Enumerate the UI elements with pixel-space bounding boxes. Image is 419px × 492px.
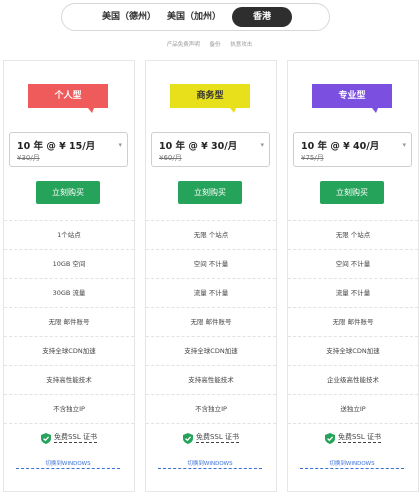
- feature-email: 无限 邮件账号: [288, 307, 418, 336]
- shield-check-icon: [324, 432, 335, 444]
- switch-windows-link[interactable]: 切换到WINDOWS: [158, 459, 262, 469]
- sub-links: 产品免费声明 备份 执意攻击: [0, 40, 419, 48]
- feature-ssl: 免费SSL 证书: [146, 423, 276, 452]
- tab-hongkong[interactable]: 香港: [232, 7, 292, 27]
- feature-dedicated-ip: 不含独立IP: [4, 394, 134, 423]
- feature-email: 无限 邮件账号: [4, 307, 134, 336]
- feature-ssl: 免费SSL 证书: [288, 423, 418, 452]
- buy-now-button[interactable]: 立刻购买: [320, 181, 384, 204]
- feature-sites: 无限 个站点: [288, 220, 418, 249]
- link-attack[interactable]: 执意攻击: [230, 42, 252, 48]
- feature-ssl: 免费SSL 证书: [4, 423, 134, 452]
- price-original: ¥75/月: [301, 154, 324, 162]
- chevron-down-icon: ▾: [260, 141, 264, 149]
- feature-dedicated-ip: 不含独立IP: [146, 394, 276, 423]
- feature-performance: 支持高性能技术: [4, 365, 134, 394]
- price-original: ¥30/月: [17, 154, 40, 162]
- feature-cdn: 支持全球CDN加速: [146, 336, 276, 365]
- plan-card-business: 商务型 10 年 @ ¥ 30/月 ¥60/月 ▾ 立刻购买 无限 个站点 空间…: [145, 60, 277, 492]
- tab-us-texas[interactable]: 美国（德州）: [100, 7, 158, 27]
- ssl-label[interactable]: 免费SSL 证书: [337, 433, 381, 443]
- switch-windows-link[interactable]: 切换到WINDOWS: [300, 459, 404, 469]
- plan-tag: 商务型: [170, 84, 250, 113]
- feature-performance: 支持高性能技术: [146, 365, 276, 394]
- feature-cdn: 支持全球CDN加速: [4, 336, 134, 365]
- feature-traffic: 流量 不计量: [146, 278, 276, 307]
- feature-storage: 空间 不计量: [146, 249, 276, 278]
- feature-sites: 无限 个站点: [146, 220, 276, 249]
- buy-now-button[interactable]: 立刻购买: [36, 181, 100, 204]
- plan-name: 个人型: [54, 91, 82, 101]
- ssl-label[interactable]: 免费SSL 证书: [195, 433, 239, 443]
- region-switch: 美国（德州） 美国（加州） 香港: [61, 3, 330, 31]
- shield-check-icon: [182, 432, 193, 444]
- plan-name: 商务型: [196, 91, 224, 101]
- chevron-down-icon: ▾: [402, 141, 406, 149]
- feature-traffic: 30GB 流量: [4, 278, 134, 307]
- feature-traffic: 流量 不计量: [288, 278, 418, 307]
- link-backup[interactable]: 备份: [209, 42, 220, 48]
- plan-card-professional: 专业型 10 年 @ ¥ 40/月 ¥75/月 ▾ 立刻购买 无限 个站点 空间…: [287, 60, 419, 492]
- plan-tag: 个人型: [28, 84, 108, 113]
- feature-performance: 企业级高性能技术: [288, 365, 418, 394]
- feature-email: 无限 邮件账号: [146, 307, 276, 336]
- price-current: 10 年 @ ¥ 15/月: [17, 141, 96, 152]
- link-disclaimer[interactable]: 产品免费声明: [167, 42, 200, 48]
- feature-storage: 空间 不计量: [288, 249, 418, 278]
- feature-dedicated-ip: 送独立IP: [288, 394, 418, 423]
- price-period-select[interactable]: 10 年 @ ¥ 15/月 ¥30/月 ▾: [9, 132, 128, 167]
- chevron-down-icon: ▾: [118, 141, 122, 149]
- price-current: 10 年 @ ¥ 40/月: [301, 141, 380, 152]
- plan-tag: 专业型: [312, 84, 392, 113]
- shield-check-icon: [40, 432, 51, 444]
- switch-windows-link[interactable]: 切换到WINDOWS: [16, 459, 120, 469]
- feature-sites: 1个站点: [4, 220, 134, 249]
- feature-cdn: 支持全球CDN加速: [288, 336, 418, 365]
- price-original: ¥60/月: [159, 154, 182, 162]
- feature-storage: 10GB 空间: [4, 249, 134, 278]
- price-current: 10 年 @ ¥ 30/月: [159, 141, 238, 152]
- ssl-label[interactable]: 免费SSL 证书: [53, 433, 97, 443]
- plan-name: 专业型: [338, 91, 366, 101]
- price-period-select[interactable]: 10 年 @ ¥ 30/月 ¥60/月 ▾: [151, 132, 270, 167]
- tab-us-california[interactable]: 美国（加州）: [165, 7, 223, 27]
- buy-now-button[interactable]: 立刻购买: [178, 181, 242, 204]
- price-period-select[interactable]: 10 年 @ ¥ 40/月 ¥75/月 ▾: [293, 132, 412, 167]
- plan-card-personal: 个人型 10 年 @ ¥ 15/月 ¥30/月 ▾ 立刻购买 1个站点 10GB…: [3, 60, 135, 492]
